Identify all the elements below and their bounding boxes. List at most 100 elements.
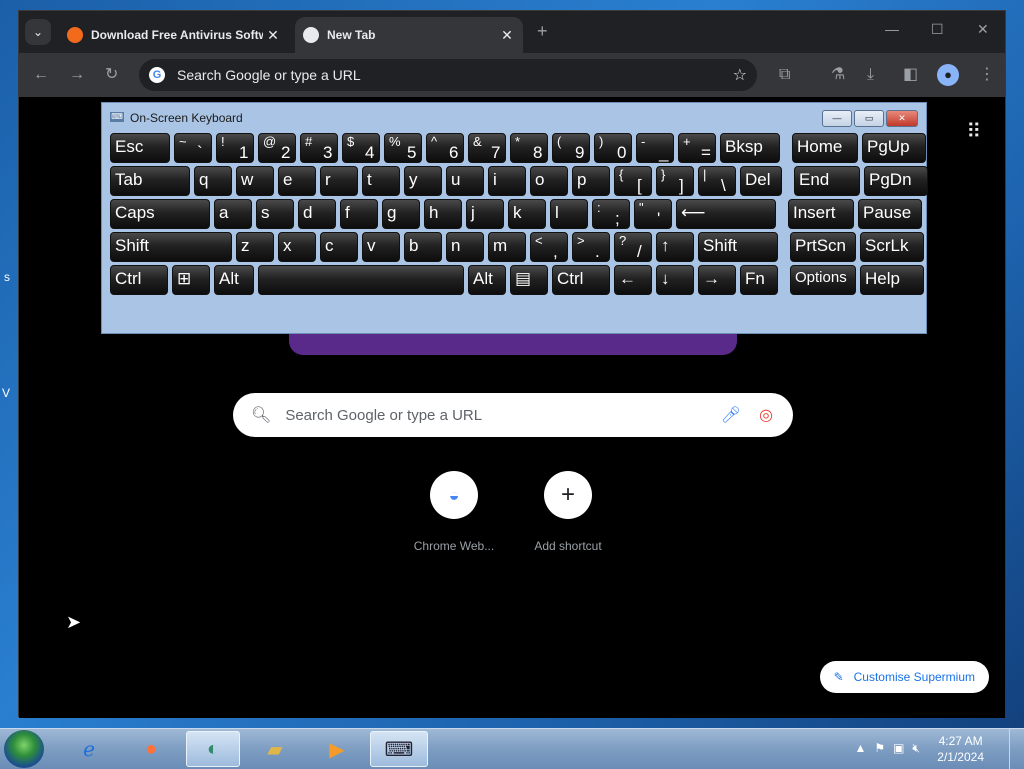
key-scrlk[interactable]: ScrLk bbox=[860, 232, 924, 262]
apps-grid-icon[interactable]: ⠿ bbox=[966, 119, 981, 144]
ntp-search-box[interactable]: 🔍︎ Search Google or type a URL 🎤︎ ◎ bbox=[233, 393, 793, 437]
key-m[interactable]: m bbox=[488, 232, 526, 262]
key-space[interactable] bbox=[258, 265, 464, 295]
key-fn[interactable]: Fn bbox=[740, 265, 778, 295]
key-9[interactable]: (9 bbox=[552, 133, 590, 163]
key-insert[interactable]: Insert bbox=[788, 199, 854, 229]
key-u[interactable]: u bbox=[446, 166, 484, 196]
key-tab[interactable]: Tab bbox=[110, 166, 190, 196]
key-6[interactable]: ^ 6 bbox=[426, 133, 464, 163]
key-r1-11[interactable]: {[ bbox=[614, 166, 652, 196]
clock[interactable]: 4:27 AM 2/1/2024 bbox=[937, 733, 984, 765]
minimize-icon[interactable]: — bbox=[885, 21, 899, 37]
side-panel-icon[interactable]: ◧ bbox=[903, 65, 918, 85]
key-n[interactable]: n bbox=[446, 232, 484, 262]
key-3[interactable]: #3 bbox=[300, 133, 338, 163]
key-pgdn[interactable]: PgDn bbox=[864, 166, 928, 196]
key-i[interactable]: i bbox=[488, 166, 526, 196]
google-lens-icon[interactable]: ◎ bbox=[759, 405, 773, 425]
key-r3-8[interactable]: <, bbox=[530, 232, 568, 262]
osk-minimize-button[interactable]: — bbox=[822, 110, 852, 127]
firefox-icon[interactable]: ● bbox=[124, 731, 178, 767]
key-y[interactable]: y bbox=[404, 166, 442, 196]
key-shift[interactable]: Shift bbox=[698, 232, 778, 262]
close-tab-icon[interactable]: ✕ bbox=[497, 27, 517, 44]
key-r3-10[interactable]: ? / bbox=[614, 232, 652, 262]
key-r0-12[interactable]: - _ bbox=[636, 133, 674, 163]
key-b[interactable]: b bbox=[404, 232, 442, 262]
key-p[interactable]: p bbox=[572, 166, 610, 196]
back-icon[interactable]: ← bbox=[33, 65, 49, 85]
key-e[interactable]: e bbox=[278, 166, 316, 196]
key-r4-9[interactable]: → bbox=[698, 265, 736, 295]
key-f[interactable]: f bbox=[340, 199, 378, 229]
key-r4-5[interactable]: ▤ bbox=[510, 265, 548, 295]
key-pgup[interactable]: PgUp bbox=[862, 133, 926, 163]
key-r3-11[interactable]: ↑ bbox=[656, 232, 694, 262]
key-pause[interactable]: Pause bbox=[858, 199, 922, 229]
key-g[interactable]: g bbox=[382, 199, 420, 229]
labs-icon[interactable]: ⚗ bbox=[831, 65, 845, 85]
shortcut-chrome-web-store[interactable]: ◒ Chrome Web... bbox=[399, 471, 509, 553]
key-s[interactable]: s bbox=[256, 199, 294, 229]
close-tab-icon[interactable]: ✕ bbox=[263, 27, 283, 44]
start-button[interactable] bbox=[4, 730, 44, 768]
key-r[interactable]: r bbox=[320, 166, 358, 196]
osk-close-button[interactable]: ✕ bbox=[886, 110, 918, 127]
key-alt[interactable]: Alt bbox=[468, 265, 506, 295]
key-t[interactable]: t bbox=[362, 166, 400, 196]
address-bar[interactable]: G Search Google or type a URL ☆ bbox=[139, 59, 757, 91]
close-window-icon[interactable]: ✕ bbox=[977, 21, 989, 38]
key-end[interactable]: End bbox=[794, 166, 860, 196]
reload-icon[interactable]: ↻ bbox=[105, 65, 118, 85]
key-k[interactable]: k bbox=[508, 199, 546, 229]
key-r1-13[interactable]: | \ bbox=[698, 166, 736, 196]
key-4[interactable]: $4 bbox=[342, 133, 380, 163]
key-7[interactable]: & 7 bbox=[468, 133, 506, 163]
key-r3-9[interactable]: >. bbox=[572, 232, 610, 262]
profile-avatar-icon[interactable]: ● bbox=[937, 64, 959, 86]
key-ctrl[interactable]: Ctrl bbox=[552, 265, 610, 295]
key-r1-12[interactable]: }] bbox=[656, 166, 694, 196]
key-w[interactable]: w bbox=[236, 166, 274, 196]
show-desktop-button[interactable] bbox=[1009, 729, 1024, 769]
tab-antivirus[interactable]: Download Free Antivirus Softw ✕ bbox=[59, 17, 289, 53]
shortcut-add[interactable]: + Add shortcut bbox=[513, 471, 623, 553]
key-0[interactable]: ) 0 bbox=[594, 133, 632, 163]
key-prtscn[interactable]: PrtScn bbox=[790, 232, 856, 262]
forward-icon[interactable]: → bbox=[69, 65, 85, 85]
key-r0-1[interactable]: ~ ` bbox=[174, 133, 212, 163]
tab-search-button[interactable]: ⌄ bbox=[25, 19, 51, 45]
menu-kebab-icon[interactable]: ⋮ bbox=[979, 65, 995, 85]
maximize-icon[interactable]: ☐ bbox=[931, 21, 944, 38]
key-2[interactable]: @2 bbox=[258, 133, 296, 163]
key-options[interactable]: Options bbox=[790, 265, 856, 295]
key-x[interactable]: x bbox=[278, 232, 316, 262]
key-q[interactable]: q bbox=[194, 166, 232, 196]
key-bksp[interactable]: Bksp bbox=[720, 133, 780, 163]
key-shift[interactable]: Shift bbox=[110, 232, 232, 262]
key-j[interactable]: j bbox=[466, 199, 504, 229]
key-r2-10[interactable]: :; bbox=[592, 199, 630, 229]
key-1[interactable]: ! 1 bbox=[216, 133, 254, 163]
new-tab-plus-icon[interactable]: + bbox=[537, 21, 548, 42]
key-d[interactable]: d bbox=[298, 199, 336, 229]
voice-search-icon[interactable]: 🎤︎ bbox=[721, 405, 741, 425]
key-v[interactable]: v bbox=[362, 232, 400, 262]
key-r4-7[interactable]: ← bbox=[614, 265, 652, 295]
osk-title-bar[interactable]: ⌨ On-Screen Keyboard — ▭ ✕ bbox=[102, 103, 926, 133]
key-esc[interactable]: Esc bbox=[110, 133, 170, 163]
key-del[interactable]: Del bbox=[740, 166, 782, 196]
osk-maximize-button[interactable]: ▭ bbox=[854, 110, 884, 127]
key-o[interactable]: o bbox=[530, 166, 568, 196]
bookmark-star-icon[interactable]: ☆ bbox=[733, 65, 747, 85]
key-help[interactable]: Help bbox=[860, 265, 924, 295]
key-5[interactable]: % 5 bbox=[384, 133, 422, 163]
extensions-icon[interactable]: ⧉ bbox=[779, 65, 790, 85]
key-r0-13[interactable]: + = bbox=[678, 133, 716, 163]
download-icon[interactable]: ⤓ bbox=[867, 65, 874, 85]
file-explorer-icon[interactable]: ▰ bbox=[248, 731, 302, 767]
key-h[interactable]: h bbox=[424, 199, 462, 229]
key-l[interactable]: l bbox=[550, 199, 588, 229]
key-a[interactable]: a bbox=[214, 199, 252, 229]
